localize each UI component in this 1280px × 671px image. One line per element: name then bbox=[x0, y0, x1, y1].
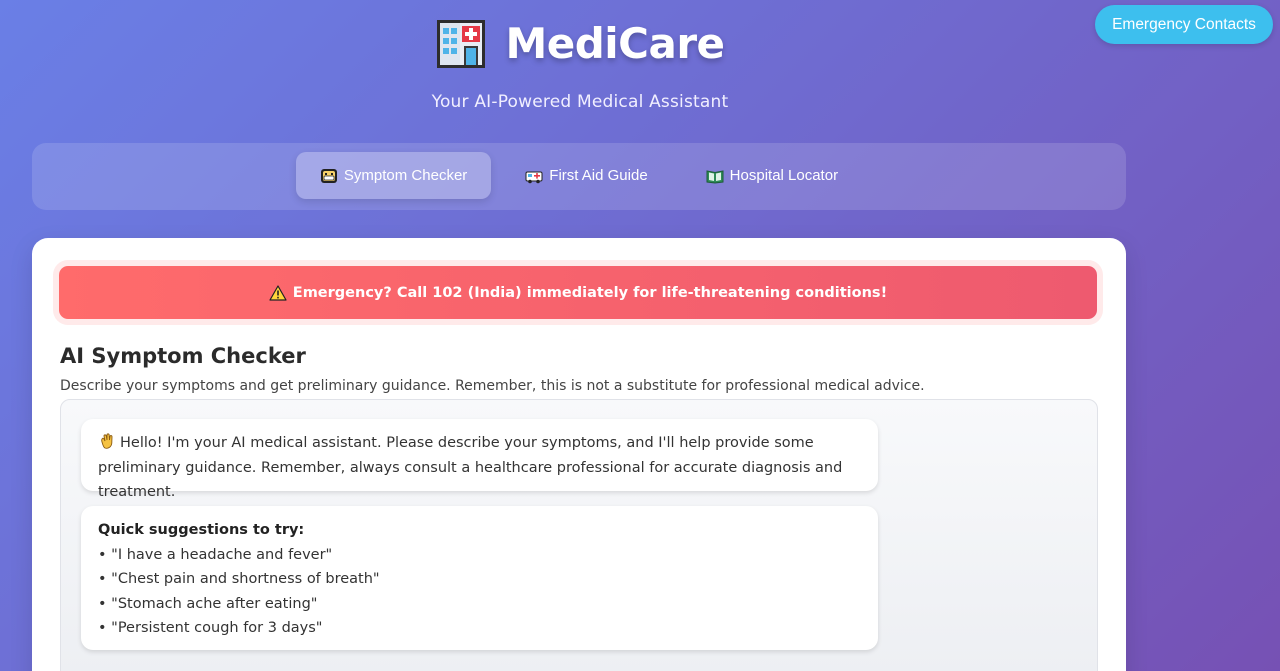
book-icon bbox=[706, 169, 724, 184]
main-nav: Symptom Checker First Aid Guide Hospital… bbox=[32, 143, 1126, 210]
emergency-banner: Emergency? Call 102 (India) immediately … bbox=[59, 266, 1097, 319]
waving-hand-icon bbox=[101, 433, 113, 449]
main-card: Emergency? Call 102 (India) immediately … bbox=[32, 238, 1126, 671]
tab-label: First Aid Guide bbox=[549, 167, 648, 184]
suggestions-title: Quick suggestions to try: bbox=[98, 522, 305, 538]
emergency-banner-text: Emergency? Call 102 (India) immediately … bbox=[292, 284, 888, 301]
tab-symptom-checker[interactable]: Symptom Checker bbox=[295, 152, 492, 199]
section-title: AI Symptom Checker bbox=[60, 344, 306, 368]
chat-area[interactable]: Hello! I'm your AI medical assistant. Pl… bbox=[60, 399, 1098, 671]
assistant-message: Hello! I'm your AI medical assistant. Pl… bbox=[81, 419, 878, 500]
suggestion-item[interactable]: • "I have a headache and fever" bbox=[98, 543, 861, 568]
mask-face-icon bbox=[320, 168, 337, 183]
tab-first-aid-guide[interactable]: First Aid Guide bbox=[501, 152, 671, 199]
greeting-text: Hello! I'm your AI medical assistant. Pl… bbox=[98, 435, 843, 500]
hospital-icon bbox=[437, 20, 486, 68]
tab-hospital-locator[interactable]: Hospital Locator bbox=[682, 152, 862, 199]
suggestions-message: Quick suggestions to try: • "I have a he… bbox=[81, 506, 878, 650]
app-title: MediCare bbox=[505, 18, 725, 68]
app-header: MediCare Your AI-Powered Medical Assista… bbox=[0, 12, 1160, 113]
app-subtitle: Your AI-Powered Medical Assistant bbox=[431, 92, 729, 112]
logo-row: MediCare bbox=[0, 12, 1160, 74]
suggestion-item[interactable]: • "Stomach ache after eating" bbox=[98, 592, 861, 617]
warning-icon bbox=[269, 284, 287, 301]
ambulance-icon bbox=[525, 171, 543, 183]
suggestion-item[interactable]: • "Chest pain and shortness of breath" bbox=[98, 567, 861, 592]
tab-label: Hospital Locator bbox=[729, 167, 839, 184]
tab-label: Symptom Checker bbox=[343, 167, 468, 184]
section-description: Describe your symptoms and get prelimina… bbox=[60, 378, 925, 394]
suggestion-item[interactable]: • "Persistent cough for 3 days" bbox=[98, 616, 861, 641]
